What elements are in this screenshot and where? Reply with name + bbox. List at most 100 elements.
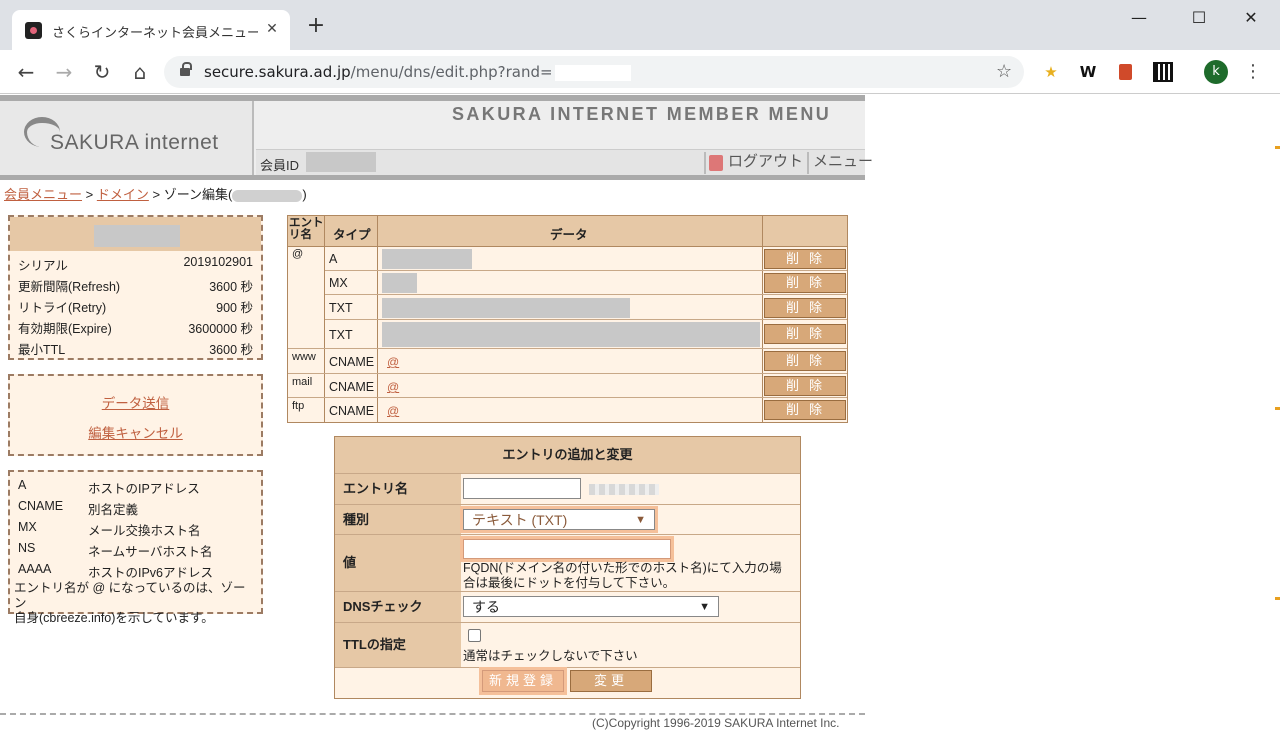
sakura-favicon-icon xyxy=(25,22,42,39)
breadcrumb-sep: > xyxy=(148,187,164,202)
w-extension-icon[interactable]: W xyxy=(1077,61,1099,83)
legend-type: A xyxy=(18,478,27,492)
tab-title: さくらインターネット会員メニュー - ゾーン xyxy=(52,26,258,41)
footer-divider xyxy=(0,713,865,715)
entry-edit-form: エントリの追加と変更 エントリ名 種別 テキスト (TXT) ▼ 値 FQDN(ド… xyxy=(334,436,801,699)
browser-tab[interactable]: さくらインターネット会員メニュー - ゾーン ✕ xyxy=(12,10,290,50)
dns-check-selected-value: する xyxy=(472,599,500,615)
url-text[interactable]: secure.sakura.ad.jp/menu/dns/edit.php?ra… xyxy=(204,63,631,81)
soa-label: 最小TTL xyxy=(18,343,66,357)
entry-name: mail xyxy=(292,376,313,388)
zone-suffix-redaction xyxy=(589,484,659,495)
address-bar[interactable]: secure.sakura.ad.jp/menu/dns/edit.php?ra… xyxy=(164,56,1024,88)
row-divider xyxy=(288,397,847,398)
form-divider xyxy=(335,667,800,668)
window-close-button[interactable]: ✕ xyxy=(1236,6,1266,30)
delete-button[interactable]: 削除 xyxy=(764,249,846,269)
col-entry-header: エント リ名 xyxy=(289,217,324,241)
bookmark-star-icon[interactable]: ☆ xyxy=(996,61,1012,82)
reload-icon[interactable]: ↻ xyxy=(90,60,114,84)
logout-link[interactable]: ログアウト xyxy=(704,152,803,174)
legend-row: A ホストのIPアドレス xyxy=(10,474,261,496)
record-data-link[interactable]: @ xyxy=(387,380,399,394)
breadcrumb-domain[interactable]: ドメイン xyxy=(97,187,149,202)
tab-strip: さくらインターネット会員メニュー - ゾーン ✕ + — ☐ ✕ xyxy=(0,0,1280,50)
record-type: TXT xyxy=(329,328,353,342)
delete-button[interactable]: 削除 xyxy=(764,298,846,318)
record-type: CNAME xyxy=(329,355,375,369)
breadcrumb-member-menu[interactable]: 会員メニュー xyxy=(4,187,82,202)
delete-button[interactable]: 削除 xyxy=(764,376,846,396)
legend-row: AAAA ホストのIPv6アドレス xyxy=(10,558,261,580)
soa-row: 有効期限(Expire) 3600000 秒 xyxy=(10,314,261,336)
cancel-edit-link[interactable]: 編集キャンセル xyxy=(10,422,261,442)
star-extension-icon[interactable]: ★ xyxy=(1040,61,1062,83)
dns-check-label: DNSチェック xyxy=(335,592,461,622)
delete-button[interactable]: 削除 xyxy=(764,400,846,420)
soa-row: 更新間隔(Refresh) 3600 秒 xyxy=(10,272,261,294)
legend-note-line: 自身(cbreeze.info)を示しています。 xyxy=(14,611,214,625)
tab-close-icon[interactable]: ✕ xyxy=(262,19,282,39)
delete-button[interactable]: 削除 xyxy=(764,324,846,344)
legend-row: MX メール交換ホスト名 xyxy=(10,516,261,538)
change-button[interactable]: 変更 xyxy=(570,670,652,692)
value-input[interactable] xyxy=(463,539,671,559)
records-header: エント リ名 タイプ データ xyxy=(288,216,847,246)
copyright: (C)Copyright 1996-2019 SAKURA Internet I… xyxy=(592,716,840,730)
window-minimize-button[interactable]: — xyxy=(1124,6,1154,30)
record-data-link[interactable]: @ xyxy=(387,404,399,418)
back-icon[interactable]: ← xyxy=(14,60,38,84)
lock-icon[interactable] xyxy=(180,62,192,78)
entry-name: @ xyxy=(292,248,304,260)
browser-toolbar: ← → ↻ ⌂ secure.sakura.ad.jp/menu/dns/edi… xyxy=(0,50,1280,94)
row-divider xyxy=(325,319,847,320)
value-hint-line: 合は最後にドットを付与して下さい。 xyxy=(463,576,676,590)
record-data-redaction xyxy=(382,298,630,318)
record-type: MX xyxy=(329,276,348,290)
zone-name-redaction xyxy=(94,225,180,247)
legend-type: MX xyxy=(18,520,37,534)
url-host: secure.sakura.ad.jp xyxy=(204,63,351,81)
delete-button[interactable]: 削除 xyxy=(764,351,846,371)
profile-avatar[interactable]: k xyxy=(1204,60,1228,84)
record-data-redaction xyxy=(382,322,760,347)
browser-menu-icon[interactable]: ⋮ xyxy=(1244,60,1262,84)
delete-button[interactable]: 削除 xyxy=(764,273,846,293)
new-tab-button[interactable]: + xyxy=(304,15,328,39)
record-data-link[interactable]: @ xyxy=(387,355,399,369)
soa-label: 有効期限(Expire) xyxy=(18,322,112,336)
soa-label: シリアル xyxy=(18,259,68,273)
member-id-redaction xyxy=(306,152,376,172)
forward-icon[interactable]: → xyxy=(52,60,76,84)
logo[interactable]: SAKURA internet xyxy=(0,101,254,175)
home-icon[interactable]: ⌂ xyxy=(128,60,152,84)
legend-note-line: エントリ名が @ になっているのは、ゾーン xyxy=(14,581,246,610)
legend-row: CNAME 別名定義 xyxy=(10,495,261,517)
member-menu-title: SAKURA INTERNET MEMBER MENU xyxy=(452,104,832,124)
breadcrumb: 会員メニュー > ドメイン > ゾーン編集() xyxy=(4,184,307,203)
window-maximize-button[interactable]: ☐ xyxy=(1184,6,1214,30)
col-entry-header-line: リ名 xyxy=(289,229,312,241)
page-edge-mark xyxy=(1275,407,1280,410)
legend-row: NS ネームサーバホスト名 xyxy=(10,537,261,559)
row-divider xyxy=(325,270,847,271)
soa-row: シリアル 2019102901 xyxy=(10,251,261,273)
site-header: SAKURA internet SAKURA INTERNET MEMBER M… xyxy=(0,101,873,175)
ttl-checkbox[interactable] xyxy=(468,629,481,642)
type-label: 種別 xyxy=(335,505,461,534)
member-id-label: 会員ID xyxy=(260,158,300,173)
breadcrumb-redaction xyxy=(232,189,303,202)
record-data-redaction xyxy=(382,249,472,269)
register-button[interactable]: 新規登録 xyxy=(482,670,564,692)
soa-value: 3600 秒 xyxy=(209,343,253,357)
dns-check-select[interactable]: する ▼ xyxy=(463,596,719,617)
type-select[interactable]: テキスト (TXT) ▼ xyxy=(463,509,655,530)
send-data-link[interactable]: データ送信 xyxy=(10,392,261,412)
record-data-redaction xyxy=(382,273,417,293)
office-extension-icon[interactable] xyxy=(1114,61,1136,83)
legend-desc: ホストのIPv6アドレス xyxy=(88,566,214,580)
entry-name-input[interactable] xyxy=(463,478,581,499)
legend-type: AAAA xyxy=(18,562,52,576)
menu-link[interactable]: メニュー xyxy=(807,152,873,174)
qr-extension-icon[interactable] xyxy=(1152,61,1174,83)
